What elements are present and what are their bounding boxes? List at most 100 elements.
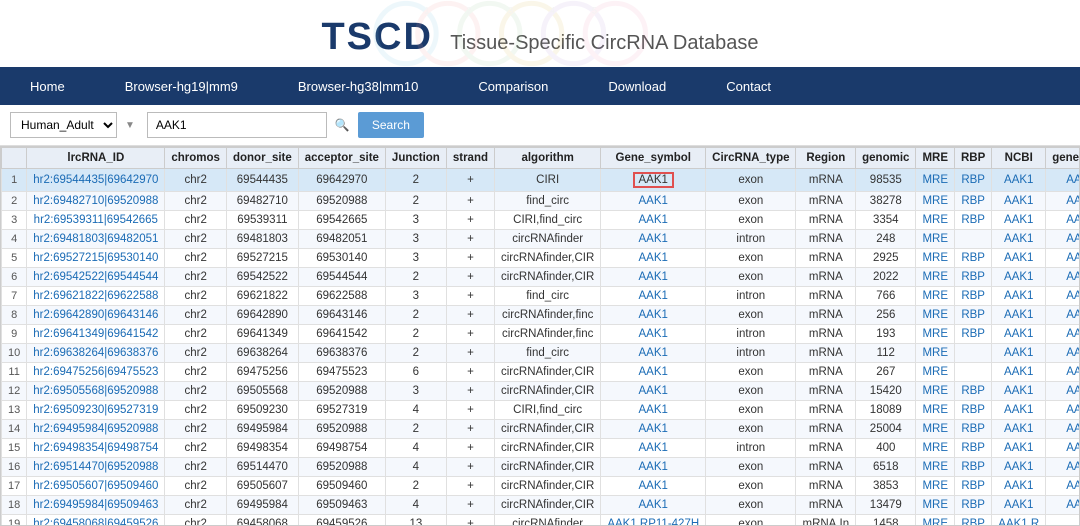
rbp-link[interactable]: RBP bbox=[955, 325, 992, 344]
mre-link[interactable]: MRE bbox=[916, 439, 955, 458]
rbp-link[interactable]: RBP bbox=[955, 382, 992, 401]
ncbi-link[interactable]: AAK1 bbox=[992, 496, 1046, 515]
rbp-link[interactable]: RBP bbox=[955, 496, 992, 515]
table-row[interactable]: 3 hr2:69539311|69542665 chr2 69539311 69… bbox=[2, 211, 1080, 230]
ncbi-link[interactable]: AAK1 bbox=[992, 169, 1046, 192]
circrna-id[interactable]: hr2:69544435|69642970 bbox=[27, 169, 165, 192]
genecards-link[interactable]: AAK1 bbox=[1046, 211, 1080, 230]
mre-link[interactable]: MRE bbox=[916, 287, 955, 306]
gene-link[interactable]: AAK1 bbox=[639, 461, 668, 473]
table-row[interactable]: 18 hr2:69495984|69509463 chr2 69495984 6… bbox=[2, 496, 1080, 515]
mre-link[interactable]: MRE bbox=[916, 420, 955, 439]
ncbi-link[interactable]: AAK1 bbox=[992, 192, 1046, 211]
mre-link[interactable]: MRE bbox=[916, 477, 955, 496]
gene-symbol[interactable]: AAK1 bbox=[601, 287, 706, 306]
gene-link[interactable]: AAK1 bbox=[639, 252, 668, 264]
gene-symbol[interactable]: AAK1 bbox=[601, 458, 706, 477]
gene-link[interactable]: AAK1 bbox=[639, 347, 668, 359]
ncbi-link[interactable]: AAK1 bbox=[992, 325, 1046, 344]
table-row[interactable]: 19 hr2:69458068|69459526 chr2 69458068 6… bbox=[2, 515, 1080, 526]
gene-symbol[interactable]: AAK1 bbox=[601, 420, 706, 439]
circrna-id[interactable]: hr2:69505607|69509460 bbox=[27, 477, 165, 496]
gene-symbol[interactable]: AAK1 bbox=[601, 477, 706, 496]
table-row[interactable]: 10 hr2:69638264|69638376 chr2 69638264 6… bbox=[2, 344, 1080, 363]
gene-symbol[interactable]: AAK1 bbox=[601, 249, 706, 268]
rbp-link[interactable]: RBP bbox=[955, 477, 992, 496]
rbp-link[interactable]: RBP bbox=[955, 268, 992, 287]
genecards-link[interactable]: AAK1 bbox=[1046, 382, 1080, 401]
gene-symbol[interactable]: AAK1 bbox=[601, 268, 706, 287]
ncbi-link[interactable]: AAK1 bbox=[992, 477, 1046, 496]
ncbi-link[interactable]: AAK1 bbox=[992, 211, 1046, 230]
table-row[interactable]: 17 hr2:69505607|69509460 chr2 69505607 6… bbox=[2, 477, 1080, 496]
circrna-id[interactable]: hr2:69505568|69520988 bbox=[27, 382, 165, 401]
rbp-link[interactable]: RBP bbox=[955, 420, 992, 439]
genecards-link[interactable]: AAK1 bbox=[1046, 268, 1080, 287]
ncbi-link[interactable]: AAK1 bbox=[992, 287, 1046, 306]
circrna-id[interactable]: hr2:69481803|69482051 bbox=[27, 230, 165, 249]
gene-symbol[interactable]: AAK1 bbox=[601, 439, 706, 458]
circrna-id[interactable]: hr2:69498354|69498754 bbox=[27, 439, 165, 458]
ncbi-link[interactable]: AAK1 bbox=[992, 268, 1046, 287]
mre-link[interactable]: MRE bbox=[916, 515, 955, 526]
gene-link[interactable]: AAK1 bbox=[639, 290, 668, 302]
circrna-id[interactable]: hr2:69539311|69542665 bbox=[27, 211, 165, 230]
gene-link[interactable]: AAK1 bbox=[639, 423, 668, 435]
gene-link[interactable]: AAK1 bbox=[639, 385, 668, 397]
table-row[interactable]: 6 hr2:69542522|69544544 chr2 69542522 69… bbox=[2, 268, 1080, 287]
mre-link[interactable]: MRE bbox=[916, 458, 955, 477]
table-row[interactable]: 12 hr2:69505568|69520988 chr2 69505568 6… bbox=[2, 382, 1080, 401]
nav-browser-hg38[interactable]: Browser-hg38|mm10 bbox=[268, 67, 448, 105]
gene-link[interactable]: AAK1 bbox=[639, 233, 668, 245]
gene-link[interactable]: AAK1 bbox=[639, 214, 668, 226]
table-row[interactable]: 16 hr2:69514470|69520988 chr2 69514470 6… bbox=[2, 458, 1080, 477]
rbp-link[interactable]: RBP bbox=[955, 439, 992, 458]
rbp-link[interactable]: RBP bbox=[955, 249, 992, 268]
genecards-link[interactable]: AAK1 bbox=[1046, 287, 1080, 306]
search-button[interactable]: Search bbox=[358, 112, 424, 138]
ncbi-link[interactable]: AAK1 bbox=[992, 249, 1046, 268]
gene-link[interactable]: AAK1 bbox=[639, 404, 668, 416]
mre-link[interactable]: MRE bbox=[916, 496, 955, 515]
ncbi-link[interactable]: AAK1 bbox=[992, 306, 1046, 325]
mre-link[interactable]: MRE bbox=[916, 249, 955, 268]
genecards-link[interactable]: AAK1 bbox=[1046, 249, 1080, 268]
ncbi-link[interactable]: AAK1 bbox=[992, 439, 1046, 458]
mre-link[interactable]: MRE bbox=[916, 363, 955, 382]
gene-link[interactable]: AAK1 bbox=[639, 442, 668, 454]
circrna-id[interactable]: hr2:69642890|69643146 bbox=[27, 306, 165, 325]
table-row[interactable]: 14 hr2:69495984|69520988 chr2 69495984 6… bbox=[2, 420, 1080, 439]
genecards-link[interactable]: AAK1 bbox=[1046, 306, 1080, 325]
genecards-link[interactable]: AAK1 bbox=[1046, 401, 1080, 420]
genecards-link[interactable]: AAK1 bbox=[1046, 325, 1080, 344]
ncbi-link[interactable]: AAK1 bbox=[992, 458, 1046, 477]
gene-link[interactable]: AAK1 bbox=[639, 309, 668, 321]
rbp-link[interactable] bbox=[955, 363, 992, 382]
ncbi-link[interactable]: AAK1 bbox=[992, 363, 1046, 382]
genecards-link[interactable]: AAK1 bbox=[1046, 458, 1080, 477]
rbp-link[interactable]: RBP bbox=[955, 211, 992, 230]
gene-symbol[interactable]: AAK1 bbox=[601, 325, 706, 344]
genecards-link[interactable]: AAK1 bbox=[1046, 344, 1080, 363]
gene-link[interactable]: AAK1,RP11-427H bbox=[607, 518, 699, 526]
search-input[interactable] bbox=[147, 112, 327, 138]
gene-symbol[interactable]: AAK1 bbox=[601, 211, 706, 230]
nav-download[interactable]: Download bbox=[578, 67, 696, 105]
gene-symbol[interactable]: AAK1 bbox=[601, 363, 706, 382]
ncbi-link[interactable]: AAK1 bbox=[992, 382, 1046, 401]
genecards-link[interactable]: AAK1 bbox=[1046, 363, 1080, 382]
gene-link[interactable]: AAK1 bbox=[639, 480, 668, 492]
gene-link[interactable]: AAK1 bbox=[639, 366, 668, 378]
circrna-id[interactable]: hr2:69527215|69530140 bbox=[27, 249, 165, 268]
genecards-link[interactable]: AAK1 bbox=[1046, 192, 1080, 211]
gene-symbol[interactable]: AAK1 bbox=[601, 401, 706, 420]
gene-symbol[interactable]: AAK1 bbox=[601, 496, 706, 515]
ncbi-link[interactable]: AAK1 bbox=[992, 344, 1046, 363]
ncbi-link[interactable]: AAK1 bbox=[992, 401, 1046, 420]
mre-link[interactable]: MRE bbox=[916, 211, 955, 230]
table-row[interactable]: 13 hr2:69509230|69527319 chr2 69509230 6… bbox=[2, 401, 1080, 420]
rbp-link[interactable]: RBP bbox=[955, 458, 992, 477]
table-row[interactable]: 8 hr2:69642890|69643146 chr2 69642890 69… bbox=[2, 306, 1080, 325]
circrna-id[interactable]: hr2:69495984|69509463 bbox=[27, 496, 165, 515]
rbp-link[interactable]: RBP bbox=[955, 169, 992, 192]
